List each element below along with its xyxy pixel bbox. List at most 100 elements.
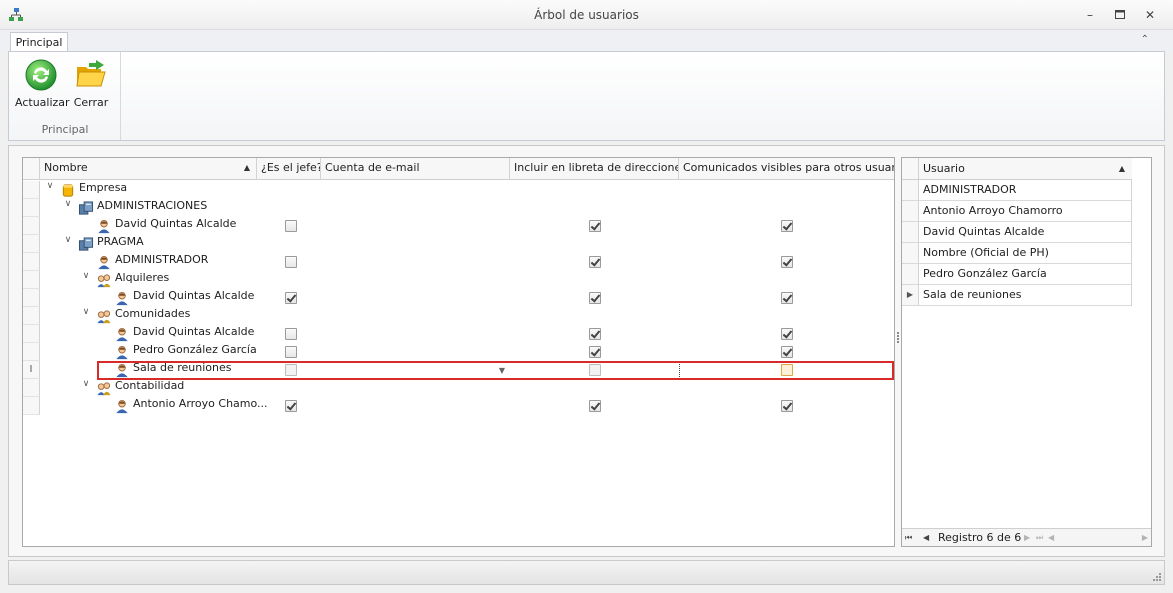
- previous-record-icon[interactable]: ◀: [923, 531, 929, 545]
- expand-chevron-icon[interactable]: ∨: [44, 181, 56, 191]
- tree-row[interactable]: David Quintas Alcalde: [23, 217, 894, 235]
- tree-row[interactable]: I Sala de reuniones ▼: [23, 361, 894, 380]
- row-indicator[interactable]: [23, 181, 40, 199]
- row-indicator[interactable]: [902, 180, 919, 200]
- tab-principal[interactable]: Principal: [10, 32, 68, 53]
- column-header-nombre[interactable]: Nombre ▲: [40, 158, 257, 179]
- libreta-checkbox[interactable]: [589, 292, 601, 304]
- resize-grip-icon[interactable]: [1151, 571, 1161, 581]
- row-indicator[interactable]: [23, 253, 40, 271]
- user-icon: [116, 291, 128, 306]
- libreta-checkbox[interactable]: [589, 256, 601, 268]
- row-indicator[interactable]: [902, 201, 919, 221]
- cerrar-button[interactable]: Cerrar: [65, 56, 117, 112]
- row-indicator[interactable]: [23, 199, 40, 217]
- panel-splitter[interactable]: [896, 331, 900, 345]
- users-list-grid[interactable]: Usuario ▲ ADMINISTRADOR Antonio Arroyo Ch…: [901, 157, 1152, 547]
- restore-button[interactable]: [1110, 6, 1130, 24]
- tree-row[interactable]: Antonio Arroyo Chamo...: [23, 397, 894, 415]
- user-row[interactable]: Nombre (Oficial de PH): [902, 243, 1132, 264]
- es-jefe-checkbox[interactable]: [285, 220, 297, 232]
- libreta-checkbox[interactable]: [589, 400, 601, 412]
- minimize-button[interactable]: –: [1080, 6, 1100, 24]
- visibles-checkbox[interactable]: [781, 346, 793, 358]
- last-record-icon[interactable]: ⏭: [1036, 531, 1043, 545]
- tree-row[interactable]: ∨ PRAGMA: [23, 235, 894, 253]
- next-record-icon[interactable]: ▶: [1024, 531, 1030, 545]
- column-header-libreta[interactable]: Incluir en libreta de direcciones: [510, 158, 679, 179]
- user-row[interactable]: ADMINISTRADOR: [902, 180, 1132, 201]
- row-indicator[interactable]: [902, 264, 919, 284]
- row-indicator[interactable]: [23, 379, 40, 397]
- tree-row[interactable]: ∨ Empresa: [23, 181, 894, 199]
- scroll-left-icon[interactable]: ◀: [1048, 531, 1054, 545]
- user-row[interactable]: David Quintas Alcalde: [902, 222, 1132, 243]
- user-icon: [116, 399, 128, 414]
- libreta-checkbox[interactable]: [589, 220, 601, 232]
- visibles-checkbox[interactable]: [781, 220, 793, 232]
- first-record-icon[interactable]: ⏮: [905, 531, 912, 545]
- tree-row[interactable]: ∨ Comunidades: [23, 307, 894, 325]
- email-dropdown-icon[interactable]: ▼: [495, 364, 509, 377]
- es-jefe-checkbox[interactable]: [285, 400, 297, 412]
- expand-chevron-icon[interactable]: ∨: [80, 271, 92, 281]
- row-indicator[interactable]: [23, 397, 40, 415]
- expand-chevron-icon[interactable]: ∨: [80, 307, 92, 317]
- usuario-cell: Sala de reuniones: [923, 288, 1022, 301]
- ribbon-collapse-icon[interactable]: ⌃: [1141, 34, 1149, 45]
- row-indicator[interactable]: [23, 217, 40, 235]
- expand-chevron-icon[interactable]: ∨: [80, 379, 92, 389]
- tree-node-label: Antonio Arroyo Chamo...: [133, 397, 268, 410]
- expand-chevron-icon[interactable]: ∨: [62, 235, 74, 245]
- visibles-checkbox[interactable]: [781, 256, 793, 268]
- row-indicator[interactable]: [23, 343, 40, 361]
- es-jefe-checkbox[interactable]: [285, 292, 297, 304]
- visibles-checkbox[interactable]: [781, 292, 793, 304]
- restore-icon: [1115, 10, 1125, 19]
- user-row[interactable]: Antonio Arroyo Chamorro: [902, 201, 1132, 222]
- tree-row[interactable]: ∨ Alquileres: [23, 271, 894, 289]
- libreta-checkbox[interactable]: [589, 328, 601, 340]
- status-bar: [8, 560, 1165, 585]
- row-indicator[interactable]: [902, 222, 919, 242]
- tree-row[interactable]: David Quintas Alcalde: [23, 289, 894, 307]
- visibles-checkbox[interactable]: [781, 328, 793, 340]
- row-indicator[interactable]: [23, 325, 40, 343]
- user-row[interactable]: ▶ Sala de reuniones: [902, 285, 1132, 306]
- server-icon: [78, 237, 94, 251]
- tree-row[interactable]: David Quintas Alcalde: [23, 325, 894, 343]
- tree-row[interactable]: Pedro González García: [23, 343, 894, 361]
- es-jefe-checkbox[interactable]: [285, 328, 297, 340]
- actualizar-button[interactable]: Actualizar: [15, 56, 70, 112]
- tree-node-label: Empresa: [79, 181, 128, 194]
- horizontal-scrollbar[interactable]: ◀ ▶: [1048, 532, 1148, 544]
- row-indicator[interactable]: [23, 271, 40, 289]
- es-jefe-checkbox[interactable]: [285, 346, 297, 358]
- tree-row[interactable]: ∨ ADMINISTRACIONES: [23, 199, 894, 217]
- es-jefe-checkbox[interactable]: [285, 256, 297, 268]
- row-indicator[interactable]: [23, 289, 40, 307]
- column-header-visibles[interactable]: Comunicados visibles para otros usuarios: [679, 158, 894, 179]
- ribbon-tab-bar: Principal ⌃: [0, 30, 1173, 53]
- row-indicator[interactable]: [23, 235, 40, 253]
- column-header-usuario[interactable]: Usuario: [923, 158, 965, 179]
- row-indicator[interactable]: [23, 307, 40, 325]
- tree-row[interactable]: ∨ Contabilidad: [23, 379, 894, 397]
- header-indicator-cell: [23, 158, 40, 179]
- tree-row[interactable]: ADMINISTRADOR: [23, 253, 894, 271]
- close-window-button[interactable]: ✕: [1140, 6, 1160, 24]
- scroll-right-icon[interactable]: ▶: [1142, 531, 1148, 545]
- column-header-es-jefe[interactable]: ¿Es el jefe?: [257, 158, 321, 179]
- visibles-checkbox[interactable]: [781, 400, 793, 412]
- user-tree-grid[interactable]: Nombre ▲ ¿Es el jefe? Cuenta de e-mail I…: [22, 157, 895, 547]
- libreta-checkbox[interactable]: [589, 346, 601, 358]
- nombre-header-label: Nombre: [44, 161, 88, 174]
- row-indicator[interactable]: [902, 243, 919, 263]
- tree-node-label: Pedro González García: [133, 343, 257, 356]
- usuario-cell: David Quintas Alcalde: [923, 225, 1045, 238]
- expand-chevron-icon[interactable]: ∨: [62, 199, 74, 209]
- current-row-indicator[interactable]: ▶: [902, 285, 919, 305]
- column-header-email[interactable]: Cuenta de e-mail: [321, 158, 510, 179]
- row-indicator-editing[interactable]: I: [23, 361, 40, 379]
- user-row[interactable]: Pedro González García: [902, 264, 1132, 285]
